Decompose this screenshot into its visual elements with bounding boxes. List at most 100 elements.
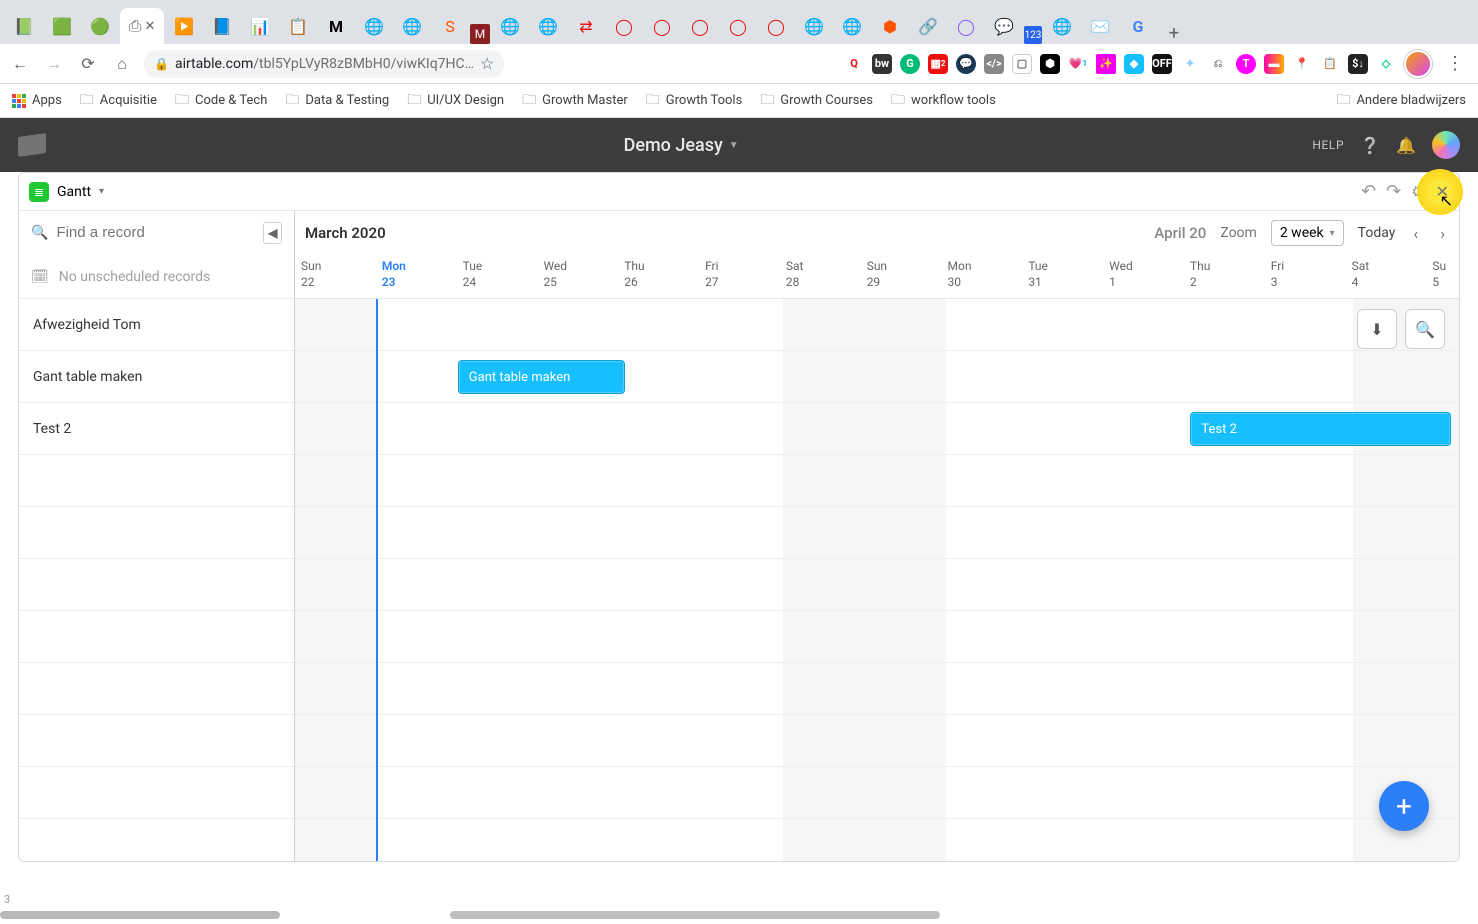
extension-icon[interactable]: ✨ xyxy=(1096,54,1116,74)
close-tab-icon[interactable]: ✕ xyxy=(144,19,155,34)
tab-icon[interactable]: 📗 xyxy=(6,8,42,44)
tab-icon[interactable]: 123 xyxy=(1024,26,1042,44)
tab-icon[interactable]: ◯ xyxy=(682,8,718,44)
address-bar[interactable]: 🔒 airtable.com/tbl5YpLVyR8zBMbH0/viwKIq7… xyxy=(144,50,504,78)
notifications-icon[interactable]: 🔔 xyxy=(1396,136,1416,155)
extension-icon[interactable]: ⬢ xyxy=(1040,54,1060,74)
tab-icon[interactable]: 🟢 xyxy=(82,8,118,44)
search-input[interactable] xyxy=(56,224,255,241)
back-button[interactable]: ← xyxy=(8,52,32,76)
bookmark-folder[interactable]: 🗀Code & Tech xyxy=(175,89,267,113)
bookmark-folder[interactable]: 🗀Growth Courses xyxy=(760,89,873,113)
unscheduled-row[interactable]: 🗓 No unscheduled records xyxy=(19,255,294,299)
bookmark-star-icon[interactable]: ☆ xyxy=(480,54,494,73)
bookmark-folder[interactable]: 🗀workflow tools xyxy=(891,89,996,113)
help-link[interactable]: HELP xyxy=(1312,138,1344,152)
tab-icon[interactable]: 🌐 xyxy=(356,8,392,44)
tab-icon[interactable]: ⬢ xyxy=(872,8,908,44)
profile-avatar[interactable] xyxy=(1404,50,1432,78)
extension-icon[interactable]: G xyxy=(900,54,920,74)
record-row[interactable]: Afwezigheid Tom xyxy=(19,299,294,351)
chrome-menu-icon[interactable]: ⋮ xyxy=(1440,53,1470,74)
apps-shortcut[interactable]: Apps xyxy=(12,93,62,108)
base-title[interactable]: Demo Jeasy ▼ xyxy=(50,135,1312,156)
extension-icon[interactable]: 📍 xyxy=(1292,54,1312,74)
extension-icon[interactable]: OFF xyxy=(1152,54,1172,74)
redo-button[interactable]: ↷ xyxy=(1386,181,1401,202)
extension-icon[interactable]: ▦2 xyxy=(928,54,948,74)
extension-icon[interactable]: ◆ xyxy=(1124,54,1144,74)
extension-icon[interactable]: 📋 xyxy=(1320,54,1340,74)
bottom-scrollbar[interactable] xyxy=(0,911,1478,921)
tab-icon[interactable]: 🟩 xyxy=(44,8,80,44)
extension-icon[interactable]: ◇ xyxy=(1376,54,1396,74)
extension-icon[interactable]: ⎌ xyxy=(1208,54,1228,74)
help-icon[interactable]: ❔ xyxy=(1360,136,1380,155)
home-button[interactable]: ⌂ xyxy=(110,52,134,76)
tab-icon[interactable]: ◯ xyxy=(720,8,756,44)
tab-icon[interactable]: 🌐 xyxy=(394,8,430,44)
tab-icon[interactable]: ◯ xyxy=(606,8,642,44)
tab-icon[interactable]: 📋 xyxy=(280,8,316,44)
days-header: Sun22Mon23Tue24Wed25Thu26Fri27Sat28Sun29… xyxy=(295,255,1459,299)
tab-icon[interactable]: 🌐 xyxy=(530,8,566,44)
tab-icon[interactable]: 🌐 xyxy=(492,8,528,44)
download-button[interactable]: ⬇ xyxy=(1357,309,1397,349)
tab-icon[interactable]: ✉️ xyxy=(1082,8,1118,44)
view-switcher[interactable]: ≣ Gantt ▾ xyxy=(29,182,104,202)
tab-icon[interactable]: 🌐 xyxy=(796,8,832,44)
gantt-bar[interactable]: Test 2 xyxy=(1190,412,1450,446)
extension-icon[interactable]: Q xyxy=(844,54,864,74)
bookmark-folder[interactable]: 🗀Data & Testing xyxy=(285,89,389,113)
tab-icon[interactable]: 🔗 xyxy=(910,8,946,44)
next-button[interactable]: › xyxy=(1436,224,1449,243)
user-avatar[interactable] xyxy=(1432,131,1460,159)
extension-icon[interactable]: ✦ xyxy=(1180,54,1200,74)
tab-icon[interactable]: ◯ xyxy=(948,8,984,44)
today-button[interactable]: Today xyxy=(1358,225,1396,241)
extension-icon[interactable]: ▬ xyxy=(1264,54,1284,74)
other-bookmarks[interactable]: 🗀Andere bladwijzers xyxy=(1336,89,1466,113)
tab-icon[interactable]: 🌐 xyxy=(834,8,870,44)
tab-icon[interactable]: ⇄ xyxy=(568,8,604,44)
extension-icon[interactable]: T xyxy=(1236,54,1256,74)
extension-icon[interactable]: </> xyxy=(984,54,1004,74)
airtable-logo-icon[interactable] xyxy=(18,133,46,157)
bookmark-folder[interactable]: 🗀UI/UX Design xyxy=(407,89,504,113)
tab-icon[interactable]: 📊 xyxy=(242,8,278,44)
extension-icon[interactable]: bw xyxy=(872,54,892,74)
record-row[interactable]: Gant table maken xyxy=(19,351,294,403)
extension-icon[interactable]: ▢ xyxy=(1012,54,1032,74)
day-header: Thu2 xyxy=(1184,255,1265,298)
tab-icon[interactable]: ▶️ xyxy=(166,8,202,44)
tab-icon[interactable]: S xyxy=(432,8,468,44)
record-row[interactable]: Test 2 xyxy=(19,403,294,455)
extension-icon[interactable]: 💬 xyxy=(956,54,976,74)
new-tab-button[interactable]: + xyxy=(1158,23,1190,44)
gantt-body[interactable]: Gant table maken Test 2 ⬇ 🔍 + xyxy=(295,299,1459,861)
tab-icon[interactable]: 📘 xyxy=(204,8,240,44)
extension-icon[interactable]: 💗1 xyxy=(1068,54,1088,74)
undo-button[interactable]: ↶ xyxy=(1361,181,1376,202)
prev-button[interactable]: ‹ xyxy=(1409,224,1422,243)
tab-icon[interactable]: ◯ xyxy=(644,8,680,44)
forward-button[interactable]: → xyxy=(42,52,66,76)
tab-icon[interactable]: G xyxy=(1120,8,1156,44)
tab-icon[interactable]: M xyxy=(318,8,354,44)
extension-icon[interactable]: $↓ xyxy=(1348,54,1368,74)
bookmark-folder[interactable]: 🗀Growth Tools xyxy=(646,89,743,113)
bookmark-folder[interactable]: 🗀Growth Master xyxy=(522,89,628,113)
zoom-select[interactable]: 2 week ▾ xyxy=(1271,220,1344,246)
search-button[interactable]: 🔍 xyxy=(1405,309,1445,349)
tab-icon[interactable]: 💬 xyxy=(986,8,1022,44)
cursor-icon: ↖ xyxy=(1440,191,1453,210)
tab-icon[interactable]: M xyxy=(470,24,490,44)
gantt-bar[interactable]: Gant table maken xyxy=(458,360,625,394)
add-record-fab[interactable]: + xyxy=(1379,781,1429,831)
active-tab[interactable]: ⎙✕ xyxy=(120,8,164,44)
reload-button[interactable]: ⟳ xyxy=(76,52,100,76)
collapse-sidebar-button[interactable]: ◀ xyxy=(263,222,282,244)
bookmark-folder[interactable]: 🗀Acquisitie xyxy=(80,89,157,113)
tab-icon[interactable]: 🌐 xyxy=(1044,8,1080,44)
tab-icon[interactable]: ◯ xyxy=(758,8,794,44)
